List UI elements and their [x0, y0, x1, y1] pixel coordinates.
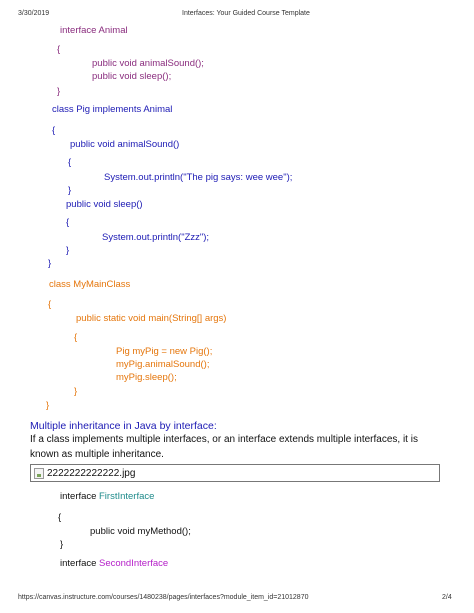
- code-line: public void animalSound();: [92, 58, 204, 69]
- code-line: public void sleep();: [92, 71, 172, 82]
- close-brace: }: [60, 539, 64, 550]
- open-brace: {: [68, 157, 72, 168]
- image-placeholder: 2222222222222.jpg: [30, 464, 440, 482]
- interface-animal-decl: interface Animal: [60, 25, 128, 36]
- interface-keyword: interface: [60, 558, 97, 569]
- broken-image-icon: [34, 468, 44, 479]
- open-brace: {: [74, 332, 78, 343]
- print-date: 3/30/2019: [18, 10, 50, 17]
- open-brace: {: [52, 125, 56, 136]
- close-brace: }: [57, 86, 61, 97]
- code-line: public static void main(String[] args): [76, 313, 227, 324]
- close-brace: }: [66, 245, 70, 256]
- code-line: public void myMethod();: [90, 526, 191, 537]
- code-line: myPig.animalSound();: [116, 359, 210, 370]
- footer-url: https://canvas.instructure.com/courses/1…: [18, 594, 309, 601]
- image-alt-text: 2222222222222.jpg: [47, 468, 136, 479]
- close-brace: }: [74, 386, 78, 397]
- open-brace: {: [57, 44, 61, 55]
- close-brace: }: [68, 185, 72, 196]
- open-brace: {: [48, 299, 52, 310]
- close-brace: }: [46, 400, 50, 411]
- code-line: System.out.println("The pig says: wee we…: [104, 172, 293, 183]
- code-line: Pig myPig = new Pig();: [116, 346, 213, 357]
- close-brace: }: [48, 258, 52, 269]
- second-interface-name: SecondInterface: [99, 558, 169, 569]
- first-interface-name: FirstInterface: [99, 491, 155, 502]
- class-main-decl: class MyMainClass: [49, 279, 131, 290]
- section-paragraph: If a class implements multiple interface…: [30, 434, 418, 460]
- code-line: System.out.println("Zzz");: [102, 232, 210, 243]
- section-heading: Multiple inheritance in Java by interfac…: [30, 420, 217, 432]
- code-line: public void animalSound(): [70, 139, 180, 150]
- page-title: Interfaces: Your Guided Course Template: [182, 10, 310, 17]
- open-brace: {: [58, 512, 62, 523]
- open-brace: {: [66, 217, 70, 228]
- interface-keyword: interface: [60, 491, 97, 502]
- class-pig-decl: class Pig implements Animal: [52, 104, 173, 115]
- code-line: public void sleep(): [66, 199, 143, 210]
- page-number: 2/4: [442, 594, 452, 601]
- code-line: myPig.sleep();: [116, 372, 177, 383]
